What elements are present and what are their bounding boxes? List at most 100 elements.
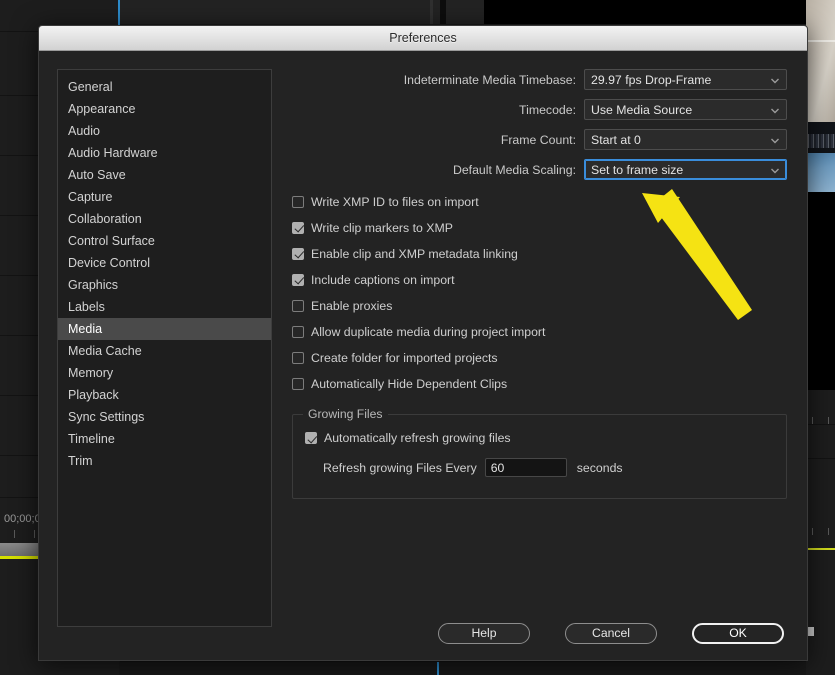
dropdown-group: Indeterminate Media Timebase: 29.97 fps D… [292, 69, 787, 180]
preferences-dialog: Preferences General Appearance Audio Audio … [38, 25, 808, 661]
sidebar-item-audio-hardware[interactable]: Audio Hardware [58, 142, 271, 164]
checkbox-automatically-hide-dependent-clips[interactable] [292, 377, 304, 390]
refresh-interval-label: Refresh growing Files Every [323, 460, 477, 475]
checkbox-create-folder-for-imported-projects[interactable] [292, 351, 304, 364]
sidebar-item-graphics[interactable]: Graphics [58, 274, 271, 296]
bg-timeline-bottom [120, 662, 806, 675]
sidebar-item-label: Media [68, 322, 103, 336]
dropdown-label: Indeterminate Media Timebase: [403, 72, 576, 87]
video-ceiling [806, 0, 835, 138]
checkbox-row[interactable]: Write XMP ID to files on import [292, 193, 787, 210]
ok-button[interactable]: OK [692, 622, 784, 644]
checkbox-row[interactable]: Enable proxies [292, 297, 787, 314]
checkbox-enable-clip-and-xmp-metadata-linking[interactable] [292, 247, 304, 260]
video-floor [806, 153, 835, 192]
checkbox-label: Write XMP ID to files on import [311, 194, 479, 209]
dropdown-indeterminate-media-timebase[interactable]: 29.97 fps Drop-Frame [584, 69, 787, 90]
cancel-button[interactable]: Cancel [565, 622, 657, 644]
dropdown-default-media-scaling[interactable]: Set to frame size [584, 159, 787, 180]
chevron-down-icon [770, 165, 779, 174]
checkbox-row[interactable]: Write clip markers to XMP [292, 219, 787, 236]
chevron-down-icon [770, 75, 779, 84]
dropdown-row: Default Media Scaling: Set to frame size [292, 159, 787, 180]
checkbox-write-clip-markers-to-xmp[interactable] [292, 221, 304, 234]
sidebar-item-label: Capture [68, 190, 113, 204]
checkbox-include-captions-on-import[interactable] [292, 273, 304, 286]
sidebar-item-control-surface[interactable]: Control Surface [58, 230, 271, 252]
sidebar-item-general[interactable]: General [58, 76, 271, 98]
dropdown-label: Frame Count: [500, 132, 576, 147]
timeline-clip-accent [806, 548, 835, 550]
timecode-display: 00;00;0 [4, 513, 41, 525]
sidebar-item-memory[interactable]: Memory [58, 362, 271, 384]
checkbox-row[interactable]: Include captions on import [292, 271, 787, 288]
timeline-tick [34, 530, 35, 538]
dialog-titlebar[interactable]: Preferences [39, 26, 807, 51]
sidebar-item-label: Labels [68, 300, 105, 314]
checkbox-row[interactable]: Automatically Hide Dependent Clips [292, 375, 787, 392]
bg-monitor-black-right [806, 222, 835, 390]
bg-divider [806, 458, 835, 459]
bg-divider [806, 424, 835, 425]
checkbox-write-xmp-id-to-files-on-import[interactable] [292, 195, 304, 208]
sidebar-item-appearance[interactable]: Appearance [58, 98, 271, 120]
dropdown-value: Set to frame size [591, 162, 684, 177]
sidebar-item-label: Trim [68, 454, 93, 468]
sidebar-item-media[interactable]: Media [58, 318, 271, 340]
dropdown-timecode[interactable]: Use Media Source [584, 99, 787, 120]
playhead-bottom [437, 662, 439, 675]
sidebar-item-timeline[interactable]: Timeline [58, 428, 271, 450]
refresh-interval-input[interactable]: 60 [484, 458, 567, 477]
timeline-tick [14, 530, 15, 538]
sidebar-item-trim[interactable]: Trim [58, 450, 271, 472]
sidebar-item-labels[interactable]: Labels [58, 296, 271, 318]
sidebar-item-device-control[interactable]: Device Control [58, 252, 271, 274]
sidebar-item-capture[interactable]: Capture [58, 186, 271, 208]
video-dark-band [806, 122, 835, 134]
checkbox-label: Enable proxies [311, 298, 393, 313]
sidebar-item-label: Appearance [68, 102, 136, 116]
video-letterbox [806, 192, 835, 222]
chevron-down-icon [770, 105, 779, 114]
dropdown-row: Indeterminate Media Timebase: 29.97 fps D… [292, 69, 787, 90]
sidebar-item-label: Control Surface [68, 234, 155, 248]
sidebar-item-label: Playback [68, 388, 119, 402]
checkbox-row[interactable]: Allow duplicate media during project imp… [292, 323, 787, 340]
auto-refresh-row[interactable]: Automatically refresh growing files [305, 431, 774, 445]
dropdown-frame-count[interactable]: Start at 0 [584, 129, 787, 150]
sidebar-item-label: Auto Save [68, 168, 126, 182]
dropdown-label: Default Media Scaling: [452, 162, 576, 177]
growing-files-title: Growing Files [303, 407, 388, 421]
sidebar-item-playback[interactable]: Playback [58, 384, 271, 406]
bg-divider [120, 661, 806, 662]
media-preferences-pane: Indeterminate Media Timebase: 29.97 fps D… [272, 69, 787, 660]
checkbox-label: Write clip markers to XMP [311, 220, 453, 235]
dialog-body: General Appearance Audio Audio Hardware Auto… [39, 51, 807, 660]
chevron-down-icon [770, 135, 779, 144]
sidebar-item-auto-save[interactable]: Auto Save [58, 164, 271, 186]
playhead-top [118, 0, 120, 26]
sidebar-item-label: Sync Settings [68, 410, 145, 424]
video-ceiling-edge [806, 40, 835, 42]
sidebar-item-media-cache[interactable]: Media Cache [58, 340, 271, 362]
auto-refresh-checkbox[interactable] [305, 432, 317, 444]
sidebar-item-label: General [68, 80, 113, 94]
dropdown-label: Timecode: [519, 102, 576, 117]
sidebar-item-collaboration[interactable]: Collaboration [58, 208, 271, 230]
checkbox-label: Include captions on import [311, 272, 455, 287]
sidebar-item-label: Timeline [68, 432, 115, 446]
checkbox-enable-proxies[interactable] [292, 299, 304, 312]
sidebar-item-audio[interactable]: Audio [58, 120, 271, 142]
checkbox-label: Automatically Hide Dependent Clips [311, 376, 508, 391]
checkbox-row[interactable]: Create folder for imported projects [292, 349, 787, 366]
preferences-category-list[interactable]: General Appearance Audio Audio Hardware Auto… [57, 69, 272, 627]
checkbox-allow-duplicate-media-during-project-import[interactable] [292, 325, 304, 338]
sidebar-item-sync-settings[interactable]: Sync Settings [58, 406, 271, 428]
checkbox-label: Allow duplicate media during project imp… [311, 324, 546, 339]
refresh-interval-unit: seconds [576, 460, 623, 475]
dropdown-row: Frame Count: Start at 0 [292, 129, 787, 150]
dialog-title: Preferences [389, 31, 457, 45]
sidebar-item-label: Media Cache [68, 344, 142, 358]
help-button[interactable]: Help [438, 622, 530, 644]
checkbox-row[interactable]: Enable clip and XMP metadata linking [292, 245, 787, 262]
